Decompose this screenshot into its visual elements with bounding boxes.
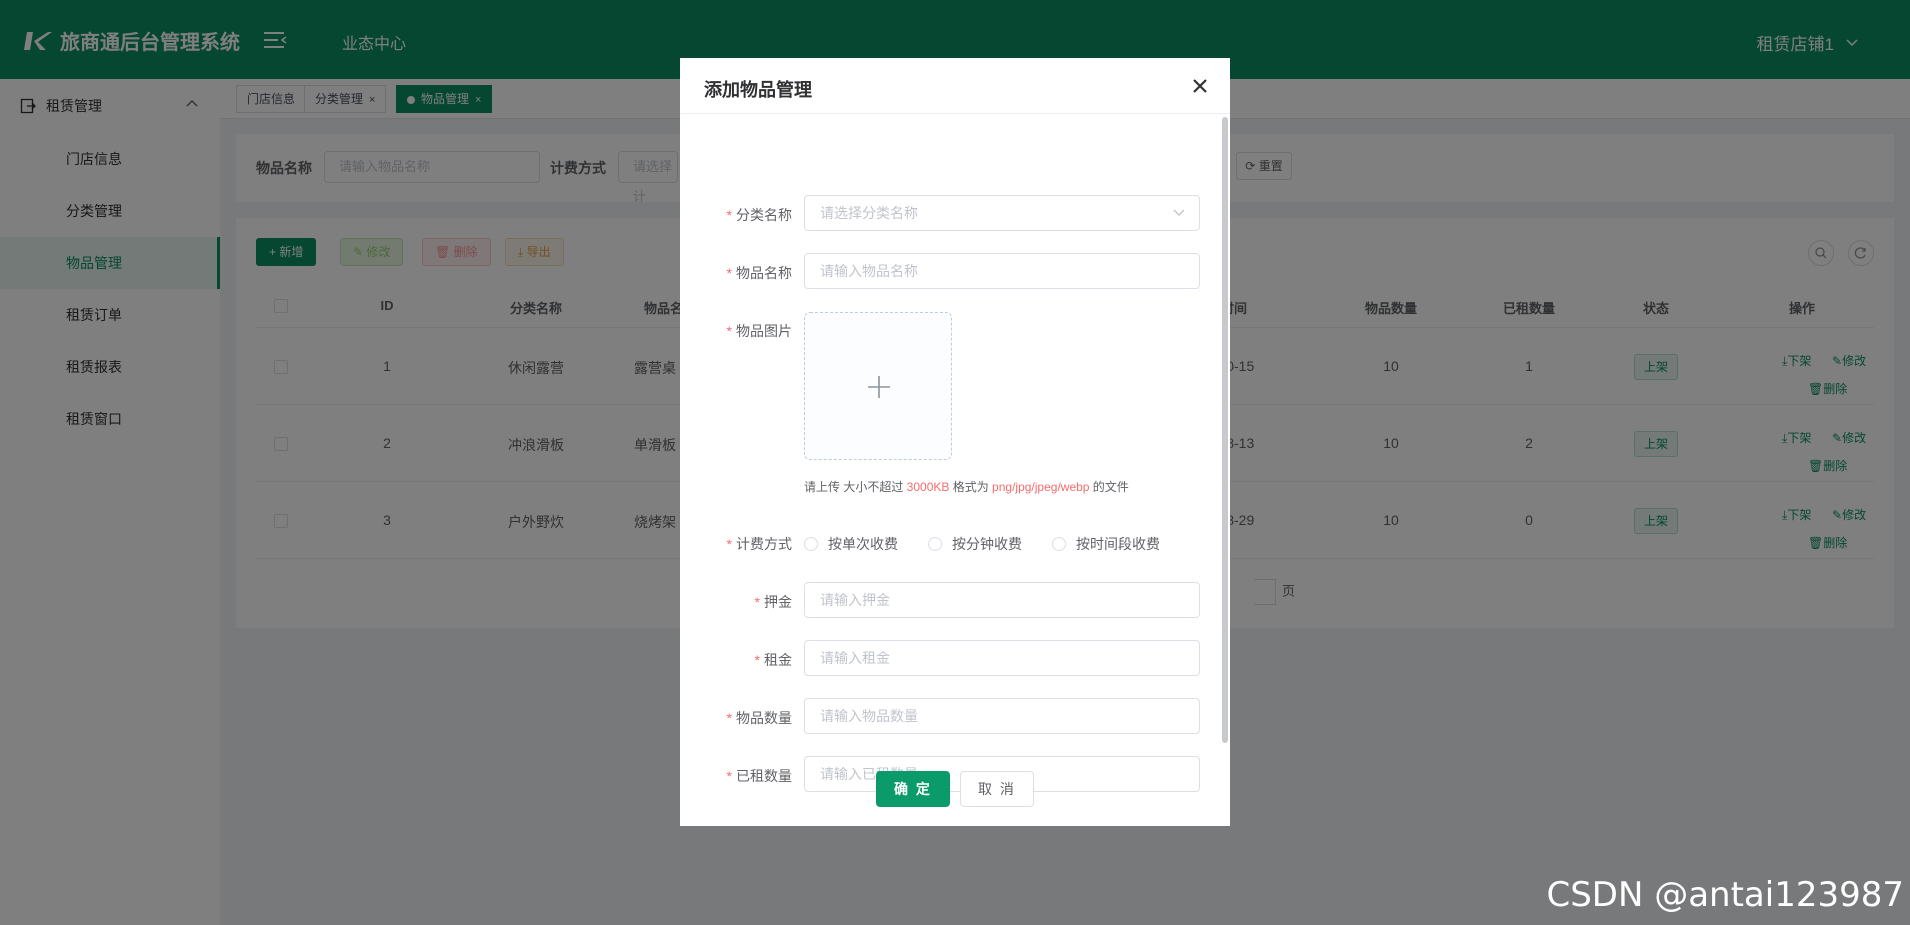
required-mark: *: [726, 323, 732, 339]
add-goods-dialog: 添加物品管理 * 分类名称 请选择分类名称 * 物品名称 请输入物品名称 * 物品图片…: [680, 58, 1230, 826]
rent-input[interactable]: 请输入租金: [804, 640, 1200, 676]
required-mark: *: [726, 710, 732, 726]
billing-label-text: 计费方式: [736, 536, 792, 552]
close-icon[interactable]: [1190, 76, 1210, 96]
upload-tip-suffix: 的文件: [1089, 480, 1129, 494]
deposit-label: * 押金: [680, 592, 792, 612]
image-label-text: 物品图片: [736, 323, 792, 339]
billing-label: * 计费方式: [680, 534, 792, 554]
category-placeholder: 请选择分类名称: [820, 205, 918, 221]
upload-tip-mid: 格式为: [949, 480, 993, 494]
radio-circle: [1052, 537, 1066, 551]
radio-circle: [928, 537, 942, 551]
radio-label: 按时间段收费: [1076, 536, 1160, 552]
dialog-form: * 分类名称 请选择分类名称 * 物品名称 请输入物品名称 * 物品图片 请上传 大小…: [680, 115, 1230, 815]
deposit-input[interactable]: 请输入押金: [804, 582, 1200, 618]
upload-tip-formats: png/jpg/jpeg/webp: [992, 480, 1090, 494]
image-upload[interactable]: [804, 312, 952, 460]
name-label: * 物品名称: [680, 263, 792, 283]
category-label: * 分类名称: [680, 205, 792, 225]
quantity-label: * 物品数量: [680, 708, 792, 728]
required-mark: *: [726, 265, 732, 281]
radio-label: 按分钟收费: [952, 536, 1022, 552]
required-mark: *: [726, 207, 732, 223]
billing-radio-per-period[interactable]: 按时间段收费: [1052, 534, 1160, 554]
required-mark: *: [754, 652, 760, 668]
plus-icon: [868, 376, 890, 398]
required-mark: *: [754, 594, 760, 610]
category-select[interactable]: 请选择分类名称: [804, 195, 1200, 231]
name-input[interactable]: 请输入物品名称: [804, 253, 1200, 289]
name-label-text: 物品名称: [736, 265, 792, 281]
billing-radio-per-minute[interactable]: 按分钟收费: [928, 534, 1022, 554]
billing-radio-per-use[interactable]: 按单次收费: [804, 534, 898, 554]
radio-circle: [804, 537, 818, 551]
rent-label: * 租金: [680, 650, 792, 670]
upload-tip-prefix: 请上传 大小不超过: [804, 480, 907, 494]
deposit-label-text: 押金: [764, 594, 792, 610]
chevron-down-icon: [1173, 209, 1185, 216]
required-mark: *: [726, 536, 732, 552]
dialog-header: 添加物品管理: [680, 58, 1230, 114]
dialog-title: 添加物品管理: [704, 80, 812, 100]
category-label-text: 分类名称: [736, 207, 792, 223]
watermark: CSDN @antai123987: [1546, 875, 1904, 915]
billing-radio-group: 按单次收费 按分钟收费 按时间段收费: [804, 534, 1190, 554]
confirm-button[interactable]: 确 定: [876, 771, 950, 807]
rented-qty-label: * 已租数量: [680, 766, 792, 786]
rented-qty-label-text: 已租数量: [736, 768, 792, 784]
rent-label-text: 租金: [764, 652, 792, 668]
quantity-input[interactable]: 请输入物品数量: [804, 698, 1200, 734]
quantity-label-text: 物品数量: [736, 710, 792, 726]
cancel-button[interactable]: 取 消: [960, 771, 1034, 807]
required-mark: *: [726, 768, 732, 784]
upload-tip: 请上传 大小不超过 3000KB 格式为 png/jpg/jpeg/webp 的…: [804, 478, 1129, 495]
radio-label: 按单次收费: [828, 536, 898, 552]
upload-tip-size: 3000KB: [906, 480, 950, 494]
image-label: * 物品图片: [680, 321, 792, 341]
